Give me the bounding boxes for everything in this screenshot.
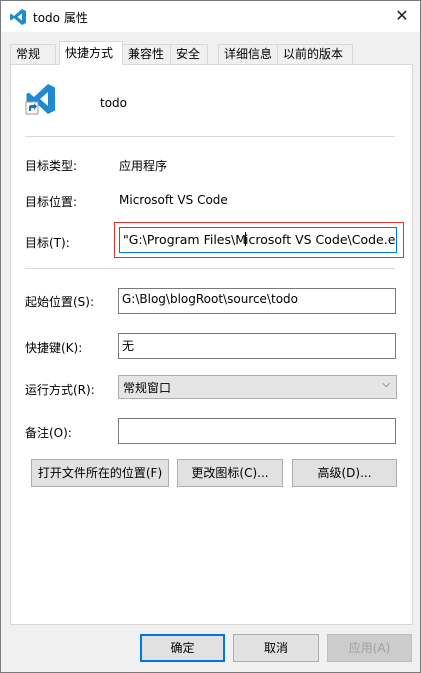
hotkey-input[interactable]: 无 [118,333,396,359]
tab-details[interactable]: 详细信息 [218,44,280,64]
start-in-input[interactable]: G:\Blog\blogRoot\source\todo [118,288,396,314]
run-select-value: 常规窗口 [123,381,172,395]
hotkey-label: 快捷键(K): [25,341,83,355]
target-text-start: "G:\Program Files\M [123,232,246,247]
tab-security[interactable]: 安全 [170,44,208,64]
comment-label: 备注(O): [25,426,72,440]
properties-window: todo 属性 ✕ 常规 快捷方式 兼容性 安全 详细信息 以前的版本 todo… [0,0,421,673]
cancel-button[interactable]: 取消 [233,634,319,662]
target-input[interactable]: "G:\Program Files\Microsoft VS Code\Code… [119,227,397,253]
tab-shortcut[interactable]: 快捷方式 [59,41,123,65]
target-type-value: 应用程序 [119,159,168,173]
comment-input[interactable] [118,418,396,444]
start-in-label: 起始位置(S): [25,295,95,309]
title-bar: todo 属性 ✕ [1,1,420,32]
run-select[interactable]: 常规窗口 ⌵ [118,375,397,399]
target-type-label: 目标类型: [25,159,78,173]
shortcut-name: todo [100,96,128,110]
target-location-label: 目标位置: [25,195,78,209]
vscode-icon [10,9,26,25]
separator [25,268,395,269]
ok-button[interactable]: 确定 [140,634,225,662]
tab-general[interactable]: 常规 [10,44,56,64]
tab-compatibility[interactable]: 兼容性 [122,44,172,64]
apply-button[interactable]: 应用(A) [327,634,412,662]
advanced-button[interactable]: 高级(D)... [292,459,397,487]
window-title: todo 属性 [33,11,88,25]
open-file-location-button[interactable]: 打开文件所在的位置(F) [31,459,169,487]
run-label: 运行方式(R): [25,383,95,397]
target-label: 目标(T): [25,236,70,250]
target-text-end: icrosoft VS Code\Code.exe [245,232,397,247]
vscode-app-icon [25,84,55,115]
target-location-value: Microsoft VS Code [119,193,228,207]
change-icon-button[interactable]: 更改图标(C)... [177,459,283,487]
close-button[interactable]: ✕ [388,3,416,29]
chevron-down-icon: ⌵ [382,379,390,390]
tab-previous-versions[interactable]: 以前的版本 [277,44,353,64]
separator [25,136,395,137]
